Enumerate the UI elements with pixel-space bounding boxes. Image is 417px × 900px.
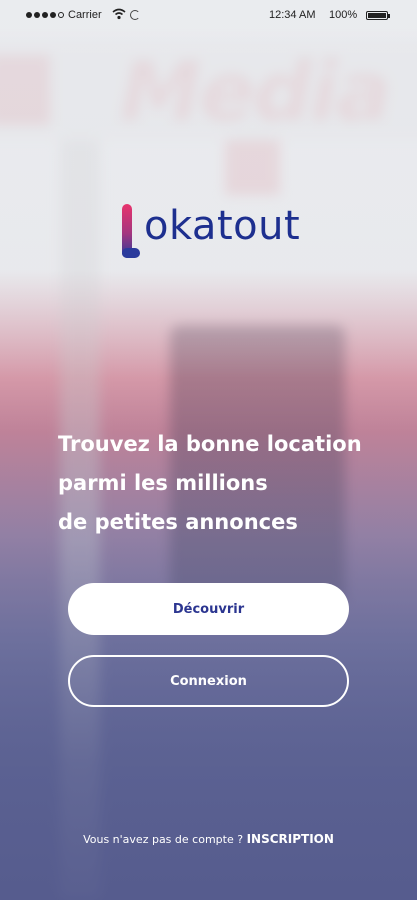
headline-line: Trouvez la bonne location [58,432,362,456]
status-bar: Carrier 12:34 AM 100% [0,0,417,30]
app-logo: okatout [120,198,300,260]
carrier-name: Carrier [68,9,102,21]
headline-line: parmi les millions [58,471,268,495]
status-time: 12:34 AM [269,9,316,21]
headline-line: de petites annonces [58,510,298,534]
battery-percentage: 100% [329,9,358,21]
logo-wordmark: okatout [144,203,301,249]
signup-prompt: Vous n'avez pas de compte ? INSCRIPTION [0,832,417,846]
activity-icon [130,10,140,20]
signup-prompt-text: Vous n'avez pas de compte ? [83,833,244,846]
logo-mark-icon [122,204,140,258]
wifi-icon [112,8,126,20]
login-button[interactable]: Connexion [68,655,349,707]
battery-icon [366,11,390,20]
signal-strength-icon [26,12,64,18]
discover-button[interactable]: Découvrir [68,583,349,635]
welcome-screen: Media Carrier 12:34 AM 100% [0,0,417,900]
headline: Trouvez la bonne location parmi les mill… [58,425,388,542]
signup-link[interactable]: INSCRIPTION [247,832,334,846]
